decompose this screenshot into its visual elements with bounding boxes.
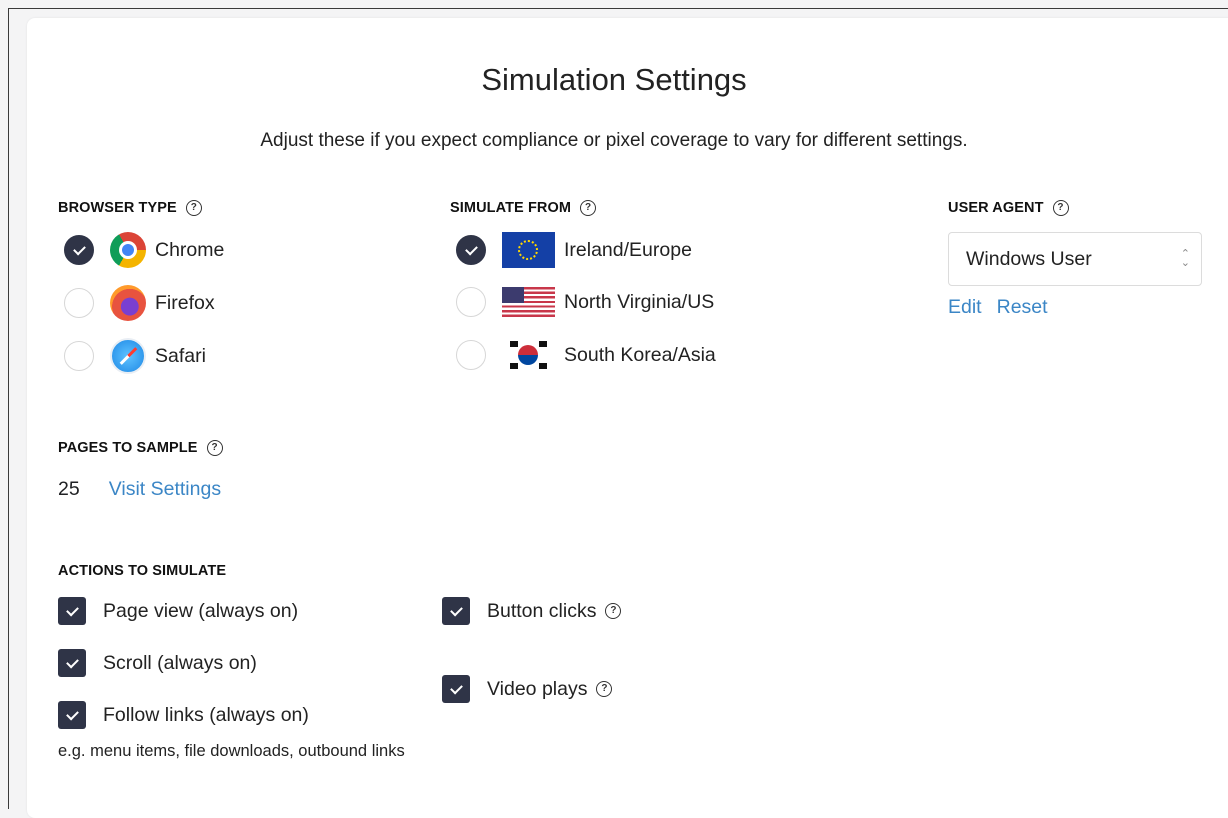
browser-option-label: Safari	[155, 344, 206, 367]
checkbox-checked-icon[interactable]	[442, 597, 470, 625]
browser-option-label: Chrome	[155, 238, 225, 261]
simulate-from-label: SIMULATE FROM ?	[450, 200, 597, 216]
checkbox-checked-icon[interactable]	[58, 649, 86, 677]
radio-unchecked-icon[interactable]	[64, 341, 94, 371]
help-icon[interactable]: ?	[605, 603, 622, 619]
pages-to-sample-label: PAGES TO SAMPLE ?	[58, 440, 223, 456]
help-icon[interactable]: ?	[1052, 200, 1069, 216]
actions-to-simulate-label-text: ACTIONS TO SIMULATE	[58, 563, 227, 579]
radio-unchecked-icon[interactable]	[456, 340, 486, 370]
checkbox-checked-icon[interactable]	[58, 701, 86, 729]
page-title: Simulation Settings	[481, 62, 747, 97]
action-scroll[interactable]: Scroll (always on)	[58, 649, 257, 677]
help-icon[interactable]: ?	[206, 440, 223, 456]
action-video-plays[interactable]: Video plays ?	[442, 675, 613, 703]
follow-links-note: e.g. menu items, file downloads, outboun…	[58, 742, 405, 760]
location-option-label: South Korea/Asia	[564, 343, 716, 366]
visit-settings-link[interactable]: Visit Settings	[109, 478, 221, 501]
edit-link[interactable]: Edit	[948, 296, 982, 319]
pages-to-sample-value: 25	[58, 478, 80, 500]
action-page-view[interactable]: Page view (always on)	[58, 597, 298, 625]
radio-unchecked-icon[interactable]	[456, 287, 486, 317]
action-label: Video plays	[487, 677, 588, 700]
radio-checked-icon[interactable]	[64, 235, 94, 265]
pages-to-sample-row: 25 Visit Settings	[58, 478, 221, 501]
browser-type-label-text: BROWSER TYPE	[58, 200, 177, 216]
action-label-row: Button clicks ?	[487, 599, 622, 623]
browser-option-firefox[interactable]: Firefox	[64, 285, 215, 321]
action-label: Follow links (always on)	[103, 703, 309, 726]
browser-type-label: BROWSER TYPE ?	[58, 200, 202, 216]
firefox-icon	[110, 285, 146, 321]
action-button-clicks[interactable]: Button clicks ?	[442, 597, 622, 625]
user-agent-select[interactable]: Windows User ⌃ ⌄	[948, 232, 1202, 286]
location-option-virginia[interactable]: North Virginia/US	[456, 284, 714, 320]
pages-to-sample-label-text: PAGES TO SAMPLE	[58, 440, 198, 456]
user-agent-value: Windows User	[966, 247, 1092, 270]
eu-flag-icon	[502, 232, 555, 268]
action-follow-links[interactable]: Follow links (always on)	[58, 701, 309, 729]
checkbox-checked-icon[interactable]	[58, 597, 86, 625]
chrome-icon	[110, 232, 146, 268]
browser-option-label: Firefox	[155, 291, 215, 314]
help-icon[interactable]: ?	[580, 200, 597, 216]
action-label: Button clicks	[487, 599, 597, 622]
page-subtitle: Adjust these if you expect compliance or…	[260, 130, 968, 151]
chevron-up-down-icon: ⌃ ⌄	[1180, 248, 1190, 269]
user-agent-label: USER AGENT ?	[948, 200, 1069, 216]
location-option-korea[interactable]: South Korea/Asia	[456, 337, 716, 373]
user-agent-label-text: USER AGENT	[948, 200, 1044, 216]
korea-flag-icon	[502, 337, 555, 373]
action-label-row: Video plays ?	[487, 677, 613, 701]
checkbox-checked-icon[interactable]	[442, 675, 470, 703]
help-icon[interactable]: ?	[596, 681, 613, 697]
location-option-label: Ireland/Europe	[564, 238, 692, 261]
simulate-from-label-text: SIMULATE FROM	[450, 200, 572, 216]
action-label: Scroll (always on)	[103, 651, 257, 674]
help-icon[interactable]: ?	[185, 200, 202, 216]
us-flag-icon	[502, 287, 555, 317]
radio-unchecked-icon[interactable]	[64, 288, 94, 318]
radio-checked-icon[interactable]	[456, 235, 486, 265]
location-option-label: North Virginia/US	[564, 290, 715, 313]
user-agent-links: Edit Reset	[948, 296, 1048, 319]
browser-option-chrome[interactable]: Chrome	[64, 232, 224, 268]
actions-to-simulate-label: ACTIONS TO SIMULATE	[58, 563, 226, 579]
location-option-ireland[interactable]: Ireland/Europe	[456, 232, 692, 268]
reset-link[interactable]: Reset	[997, 296, 1048, 319]
action-label: Page view (always on)	[103, 599, 299, 622]
browser-option-safari[interactable]: Safari	[64, 338, 206, 374]
safari-icon	[110, 338, 146, 374]
